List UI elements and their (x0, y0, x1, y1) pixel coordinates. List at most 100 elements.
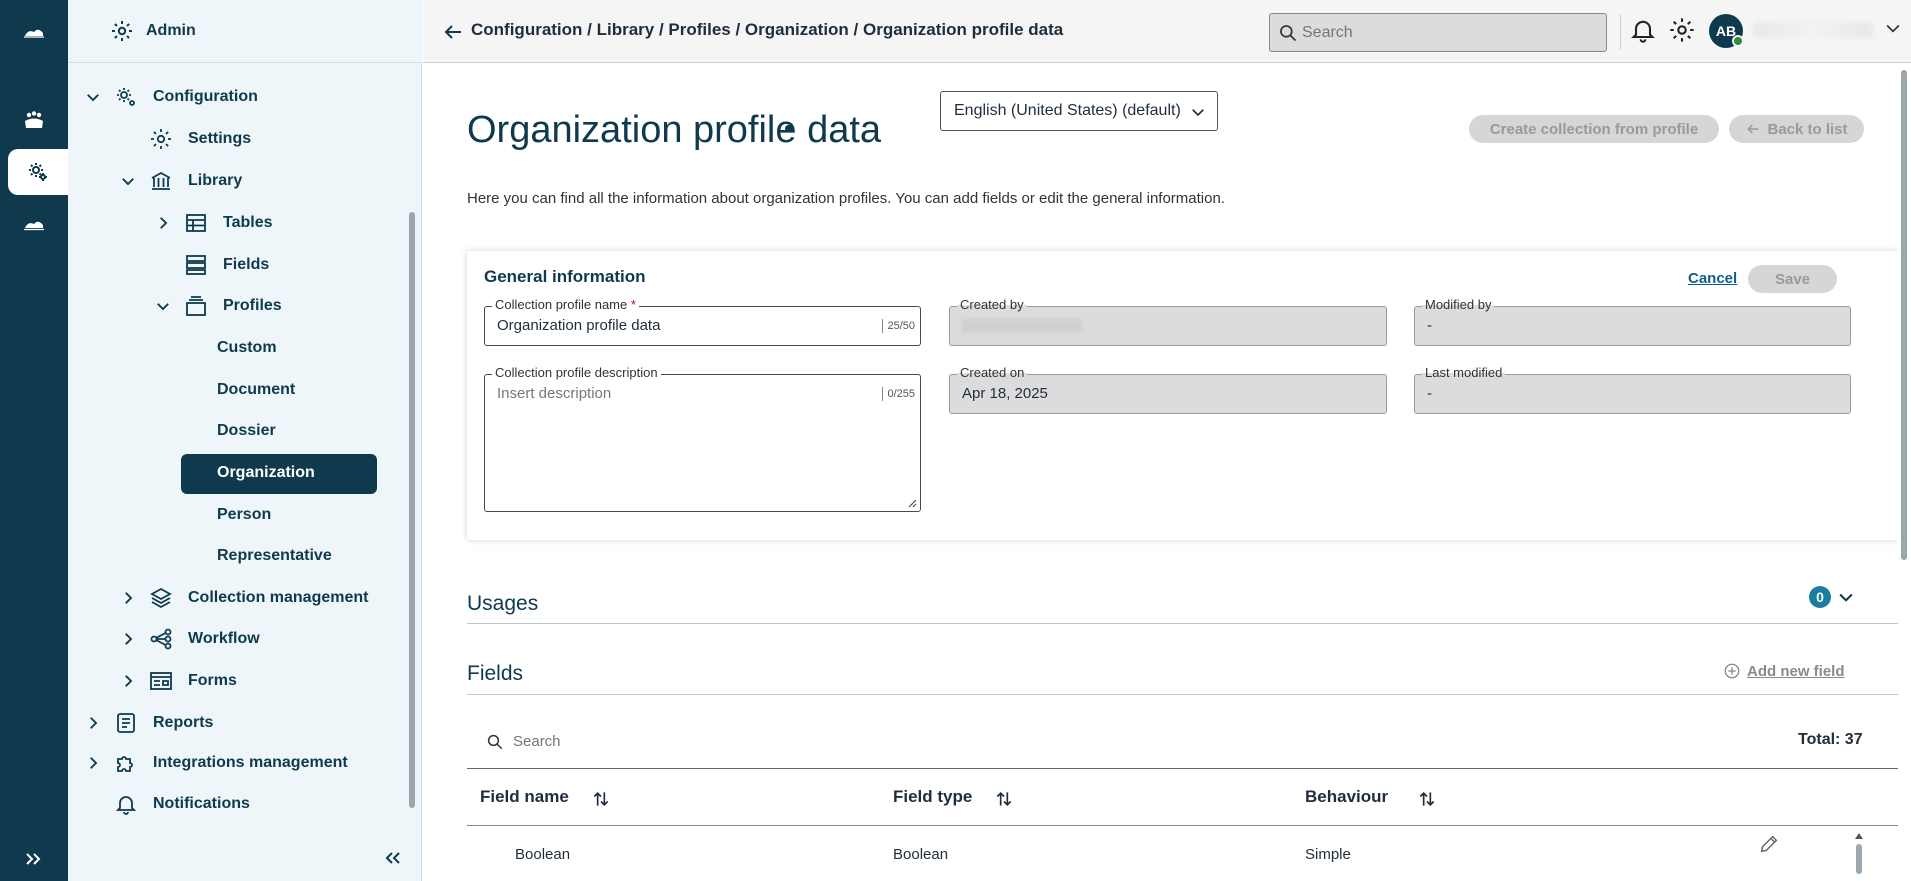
sidebar-item-label: Custom (217, 339, 277, 356)
sidebar-item-label: Reports (153, 714, 214, 731)
gear-icon[interactable] (8, 149, 68, 195)
sidebar-item-reports[interactable]: Reports (68, 708, 408, 738)
page-scrollbar[interactable] (1901, 70, 1907, 560)
profile-description-field[interactable]: Collection profile description Insert de… (484, 366, 921, 512)
fields-total: Total: 37 (1798, 731, 1863, 748)
modified-by-field: Modified by - (1414, 298, 1851, 346)
scroll-up-arrow-icon[interactable] (1854, 832, 1864, 840)
cloud-logo-icon[interactable] (0, 10, 68, 56)
sidebar-item-organization[interactable]: Organization (68, 458, 408, 488)
sidebar-item-library[interactable]: Library (68, 166, 408, 196)
sidebar-header-label: Admin (146, 22, 196, 39)
sort-icon[interactable] (994, 789, 1014, 809)
sort-icon[interactable] (591, 789, 611, 809)
people-icon[interactable] (0, 97, 68, 143)
divider (467, 694, 1898, 695)
sidebar-item-label: Dossier (217, 422, 276, 439)
cloud-icon[interactable] (0, 202, 68, 248)
column-header-field-type[interactable]: Field type (893, 787, 972, 807)
chevron-down-icon[interactable] (1883, 18, 1903, 38)
back-to-list-button[interactable]: Back to list (1729, 115, 1864, 143)
back-arrow-icon[interactable] (441, 20, 465, 44)
cancel-button[interactable]: Cancel (1688, 270, 1737, 287)
divider (467, 825, 1898, 826)
edit-pencil-icon[interactable] (1758, 833, 1780, 855)
chevron-down-icon[interactable] (1836, 587, 1856, 607)
collapse-sidebar-icon[interactable] (380, 846, 404, 870)
user-name-redacted (1753, 22, 1873, 38)
sidebar-item-forms[interactable]: Forms (68, 666, 408, 696)
card-title: General information (484, 267, 646, 286)
sidebar-item-tables[interactable]: Tables (68, 208, 408, 238)
sidebar-item-fields[interactable]: Fields (68, 250, 408, 280)
created-by-field: Created by (949, 298, 1387, 346)
sidebar-item-label: Collection management (188, 589, 369, 606)
column-header-behaviour[interactable]: Behaviour (1305, 787, 1388, 807)
top-bar: Configuration / Library / Profiles / Org… (423, 0, 1911, 63)
chevron-right-icon (125, 675, 133, 687)
profiles-icon (186, 296, 206, 316)
usages-title[interactable]: Usages (467, 592, 538, 616)
created-on-value: Apr 18, 2025 (962, 385, 1048, 402)
char-counter: 0/255 (882, 387, 915, 401)
settings-gear-icon[interactable] (1668, 16, 1696, 44)
table-icon (186, 214, 206, 232)
sidebar-item-settings[interactable]: Settings (68, 124, 408, 154)
config-gear-icon (117, 88, 135, 106)
sidebar-header[interactable]: Admin (68, 0, 422, 63)
profile-name-field[interactable]: Collection profile name * Organization p… (484, 298, 921, 346)
fields-title: Fields (467, 662, 524, 685)
create-collection-button[interactable]: Create collection from profile (1469, 115, 1719, 143)
table-cell-behaviour: Simple (1305, 846, 1351, 863)
sidebar-item-profiles[interactable]: Profiles (68, 291, 408, 321)
field-label: Modified by (1422, 298, 1495, 312)
sidebar-item-label: Library (188, 172, 243, 189)
sidebar-item-custom[interactable]: Custom (68, 333, 408, 363)
sidebar-item-label: Workflow (188, 630, 260, 647)
add-new-field-button[interactable]: Add new field (1723, 662, 1845, 680)
field-label: Created on (957, 366, 1028, 380)
puzzle-icon (117, 756, 133, 772)
field-label: Collection profile name * (492, 298, 639, 312)
field-label: Last modified (1422, 366, 1506, 380)
add-new-field-label: Add new field (1747, 662, 1845, 680)
sidebar-item-representative[interactable]: Representative (68, 541, 408, 571)
sidebar-item-notifications[interactable]: Notifications (68, 789, 408, 819)
chevron-down-icon (1192, 109, 1204, 117)
breadcrumb[interactable]: Configuration / Library / Profiles / Org… (471, 20, 1063, 40)
column-header-field-name[interactable]: Field name (480, 787, 569, 807)
table-scrollbar[interactable] (1856, 844, 1862, 874)
general-information-card: General information Cancel Save Collecti… (467, 251, 1898, 540)
global-search[interactable] (1269, 13, 1607, 52)
global-search-input[interactable] (1302, 14, 1592, 51)
sidebar-item-label: Document (217, 381, 296, 398)
online-status-dot (1732, 35, 1744, 47)
sidebar-item-workflow[interactable]: Workflow (68, 624, 408, 654)
sidebar-item-label: Tables (223, 214, 273, 231)
unsaved-dot (785, 125, 792, 132)
sidebar-scrollbar[interactable] (409, 212, 415, 808)
fields-search-input[interactable] (513, 725, 1113, 757)
intro-text: Here you can find all the information ab… (467, 190, 1225, 207)
sidebar-item-document[interactable]: Document (68, 375, 408, 405)
sidebar-item-label: Forms (188, 672, 237, 689)
sidebar-item-label: Settings (188, 130, 252, 147)
language-select[interactable]: English (United States) (default) (940, 91, 1218, 131)
sidebar-item-label: Representative (217, 547, 332, 564)
sidebar-item-integrations-management[interactable]: Integrations management (68, 748, 408, 778)
required-marker: * (630, 297, 636, 312)
sidebar-item-label: Organization (217, 464, 315, 481)
library-icon (151, 171, 171, 190)
chevron-down-icon (87, 94, 99, 102)
field-label: Collection profile description (492, 366, 661, 380)
search-icon (487, 734, 503, 750)
save-button[interactable]: Save (1748, 265, 1837, 293)
sidebar-item-collection-management[interactable]: Collection management (68, 583, 408, 613)
bell-icon[interactable] (1629, 16, 1657, 44)
sidebar-item-configuration[interactable]: Configuration (68, 82, 408, 112)
sidebar-item-dossier[interactable]: Dossier (68, 416, 408, 446)
sidebar-item-person[interactable]: Person (68, 500, 408, 530)
expand-icon[interactable] (0, 836, 68, 881)
resize-handle-icon[interactable] (907, 498, 917, 508)
sort-icon[interactable] (1417, 789, 1437, 809)
